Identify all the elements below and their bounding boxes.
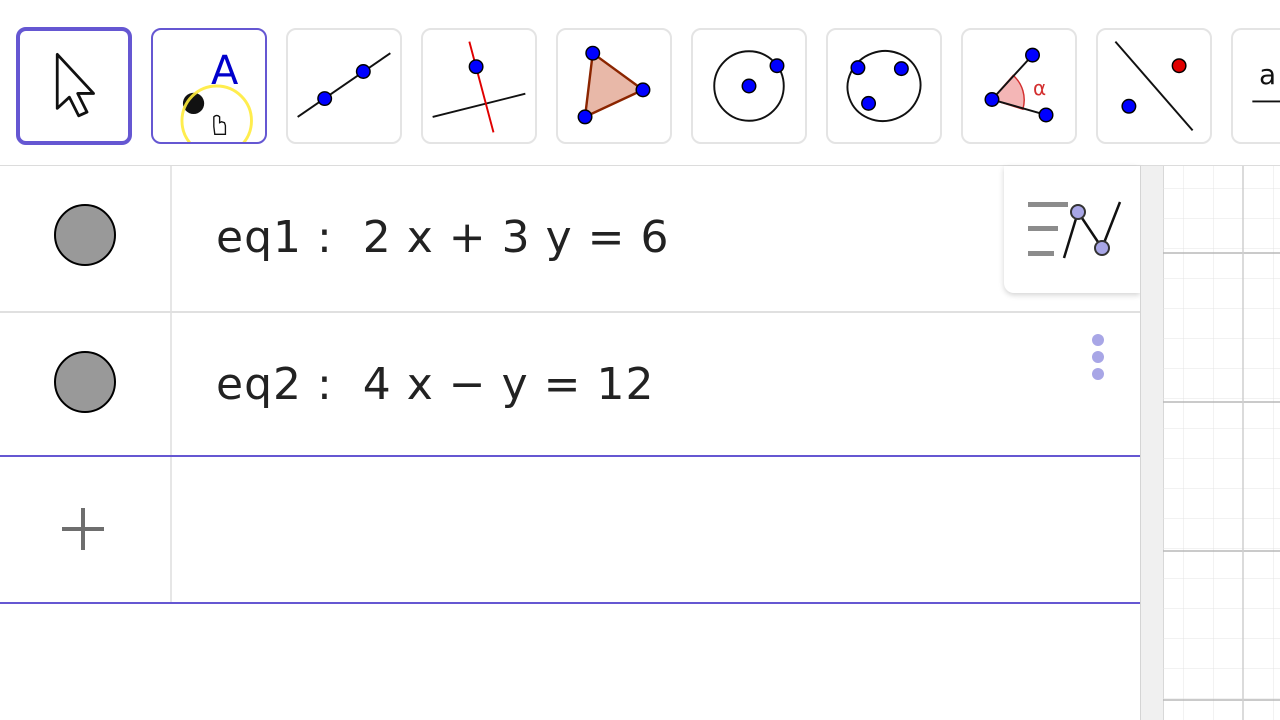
tool-move[interactable] [16, 27, 132, 145]
tool-ellipse[interactable] [826, 28, 942, 144]
add-item-icon[interactable] [58, 505, 108, 555]
more-options-icon[interactable] [1092, 334, 1104, 382]
expression-eq2[interactable]: eq2 : 4 x − y = 12 [216, 359, 655, 410]
tool-angle[interactable]: α [961, 28, 1077, 144]
perpendicular-line-icon [432, 41, 526, 133]
circle-center-point-icon [713, 50, 785, 122]
ellipse-icon [846, 50, 922, 122]
polygon-icon [577, 45, 651, 125]
toolbar: A α a [0, 0, 1280, 166]
algebra-style-icon [1028, 201, 1122, 259]
tool-reflect[interactable] [1096, 28, 1212, 144]
line-through-two-points-icon [297, 52, 391, 118]
input-row-bottom-border [0, 602, 1140, 604]
slider-icon [1252, 100, 1280, 103]
angle-tool-label: α [1033, 76, 1047, 100]
reflect-line-icon [1114, 40, 1194, 132]
algebra-row-eq1[interactable]: eq1 : 2 x + 3 y = 6 [0, 166, 1140, 313]
tool-perpendicular-line[interactable] [421, 28, 537, 144]
algebra-description-toggle[interactable] [1004, 166, 1140, 293]
visibility-toggle-eq1[interactable] [54, 204, 116, 266]
tool-point[interactable]: A [151, 28, 267, 144]
visibility-toggle-eq2[interactable] [54, 351, 116, 413]
angle-icon [984, 47, 1054, 123]
tool-line[interactable] [286, 28, 402, 144]
splitter[interactable] [1141, 166, 1164, 720]
graphics-view[interactable] [1140, 166, 1280, 720]
tool-slider[interactable]: a [1231, 28, 1280, 144]
tool-circle[interactable] [691, 28, 807, 144]
algebra-view: eq1 : 2 x + 3 y = 6 eq2 : 4 x − y = 12 [0, 166, 1140, 720]
tool-polygon[interactable] [556, 28, 672, 144]
algebra-row-eq2[interactable]: eq2 : 4 x − y = 12 [0, 313, 1140, 459]
graphics-grid [1163, 166, 1280, 720]
move-arrow-icon [55, 52, 95, 118]
expression-eq1[interactable]: eq1 : 2 x + 3 y = 6 [216, 212, 670, 263]
point-icon [180, 84, 253, 142]
algebra-input-row[interactable] [0, 457, 1140, 603]
